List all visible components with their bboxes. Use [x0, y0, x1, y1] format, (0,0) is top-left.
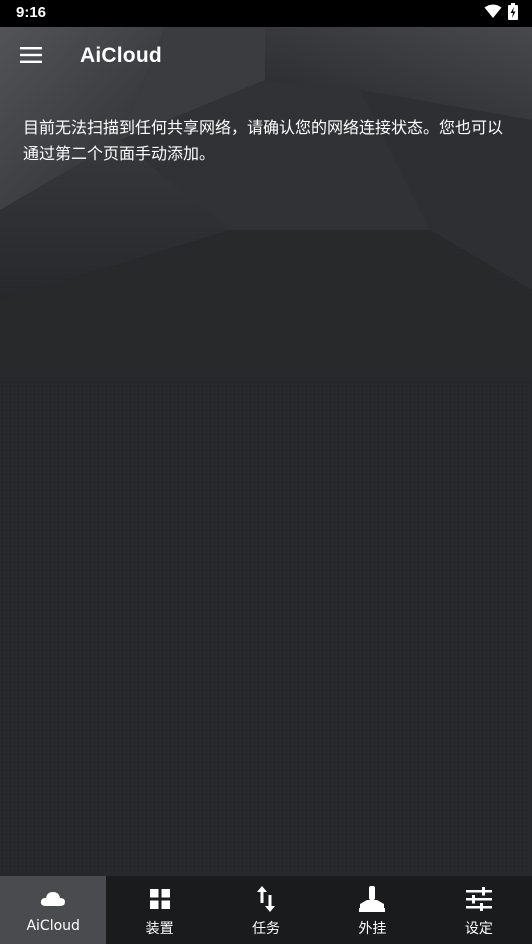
battery-charging-icon — [508, 3, 518, 24]
status-bar: 9:16 — [0, 0, 532, 27]
menu-button[interactable] — [12, 39, 50, 75]
nav-item-tasks[interactable]: 任务 — [213, 876, 319, 944]
status-time: 9:16 — [16, 4, 47, 21]
nav-label: 外挂 — [358, 921, 387, 937]
app-screen: 9:16 AiCloud 目前无法扫描到任何共享网络，请确认您的网络连接状态。您… — [0, 0, 532, 944]
no-network-message: 目前无法扫描到任何共享网络，请确认您的网络连接状态。您也可以通过第二个页面手动添… — [23, 118, 504, 163]
cloud-icon — [37, 885, 69, 913]
hamburger-menu-icon — [20, 47, 42, 67]
app-bar: AiCloud — [0, 27, 532, 87]
wifi-icon — [484, 4, 502, 23]
joystick-icon — [356, 885, 388, 913]
nav-item-plugins[interactable]: 外挂 — [319, 876, 425, 944]
transfer-arrows-icon — [250, 885, 282, 913]
app-title: AiCloud — [80, 44, 162, 67]
status-icons — [484, 3, 518, 24]
nav-label: 设定 — [464, 921, 493, 937]
nav-item-devices[interactable]: 装置 — [106, 876, 212, 944]
nav-item-aicloud[interactable]: AiCloud — [0, 876, 107, 944]
nav-item-settings[interactable]: 设定 — [426, 876, 532, 944]
bottom-nav: AiCloud 装置 任务 外挂 设定 — [0, 876, 532, 944]
grid-icon — [144, 885, 176, 913]
nav-label: 任务 — [252, 921, 281, 937]
sliders-icon — [463, 885, 495, 913]
nav-label: AiCloud — [26, 918, 80, 934]
nav-label: 装置 — [145, 921, 174, 937]
